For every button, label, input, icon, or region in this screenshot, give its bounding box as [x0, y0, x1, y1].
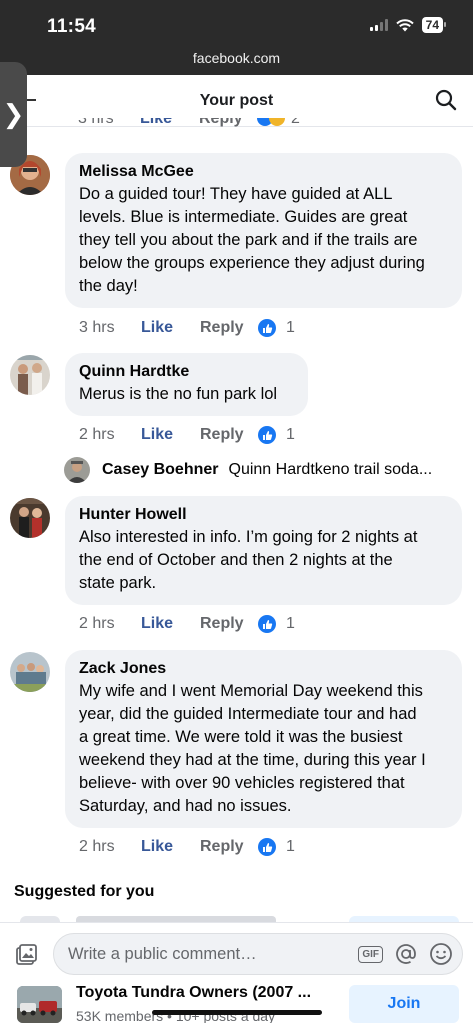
like-reaction-icon: [258, 838, 276, 856]
comment-actions: 2 hrs Like Reply 1: [79, 426, 295, 444]
reaction-count: 1: [286, 426, 295, 443]
comment-actions: 3 hrs Like Reply 1: [79, 319, 295, 337]
comment-line: weekend they had at the time, during thi…: [79, 751, 426, 769]
home-indicator: [152, 1010, 322, 1015]
gif-icon[interactable]: GIF: [358, 945, 383, 963]
like-reaction-icon: [258, 319, 276, 337]
search-icon[interactable]: [435, 89, 457, 111]
reaction-count: 2: [291, 118, 300, 127]
group-name[interactable]: Toyota Tundra Owners (2007 ...: [76, 984, 328, 1002]
suggested-heading: Suggested for you: [14, 883, 155, 900]
comment-line: levels. Blue is intermediate. Guides are…: [79, 208, 408, 226]
avatar[interactable]: [10, 498, 50, 538]
status-icons: 74: [369, 17, 447, 33]
comment-time: 3 hrs: [79, 319, 115, 336]
comment-line: a great time. We were told it was the bu…: [79, 728, 403, 746]
reaction-count: 1: [286, 838, 295, 855]
suggested-group-card[interactable]: Toyota Tundra Owners (2007 ... 53K membe…: [0, 982, 473, 1023]
comment-line: they tell you about the park and if the …: [79, 231, 418, 249]
comment-line: Merus is the no fun park lol: [79, 385, 278, 403]
reply-author-name[interactable]: Casey Boehner: [102, 461, 219, 479]
wifi-icon: [395, 18, 414, 31]
reply-button[interactable]: Reply: [200, 615, 258, 633]
suggested-peek: [0, 912, 473, 922]
page-title: Your post: [199, 92, 274, 109]
comment-bubble[interactable]: Melissa McGee Do a guided tour! They hav…: [65, 153, 462, 308]
reply-button[interactable]: Reply: [200, 426, 258, 444]
avatar[interactable]: [64, 457, 90, 483]
commenter-name[interactable]: Zack Jones: [79, 658, 448, 680]
comment-actions: 2 hrs Like Reply 1: [79, 838, 295, 856]
like-button[interactable]: Like: [141, 426, 200, 444]
photo-icon[interactable]: [14, 943, 38, 967]
comment-time: 2 hrs: [79, 426, 115, 443]
group-thumbnail[interactable]: [17, 986, 62, 1023]
like-button[interactable]: Like: [141, 615, 200, 633]
reply-preview[interactable]: Casey Boehner Quinn Hardtkeno trail soda…: [64, 457, 432, 483]
like-button[interactable]: Like: [140, 118, 199, 128]
comment-line: My wife and I went Memorial Day weekend …: [79, 682, 423, 700]
comment-actions: 2 hrs Like Reply 1: [79, 615, 295, 633]
composer-icons: GIF: [358, 942, 453, 966]
mention-icon[interactable]: [394, 942, 418, 966]
comment-line: the day!: [79, 277, 138, 295]
chevron-right-icon: ❯: [2, 99, 25, 129]
side-panel-toggle[interactable]: ❯: [0, 62, 27, 167]
comment-bubble[interactable]: Zack Jones My wife and I went Memorial D…: [65, 650, 462, 828]
reaction-count: 1: [286, 319, 295, 336]
like-button[interactable]: Like: [141, 838, 200, 856]
like-reaction-icon: [258, 426, 276, 444]
reaction-icons: [257, 118, 291, 128]
comment-line: Do a guided tour! They have guided at AL…: [79, 185, 393, 203]
reply-snippet: Quinn Hardtkeno trail soda...: [228, 461, 433, 478]
avatar[interactable]: [10, 652, 50, 692]
clock: 11:54: [47, 16, 97, 37]
like-button[interactable]: Like: [141, 319, 200, 337]
reaction-count: 1: [286, 615, 295, 632]
comment-bubble[interactable]: Quinn Hardtke Merus is the no fun park l…: [65, 353, 308, 416]
comment-bubble[interactable]: Hunter Howell Also interested in info. I…: [65, 496, 462, 605]
comment-time: 2 hrs: [79, 615, 115, 632]
avatar[interactable]: [10, 355, 50, 395]
emoji-icon[interactable]: [429, 942, 453, 966]
comment-line: state park.: [79, 574, 157, 592]
url-bar[interactable]: facebook.com: [0, 50, 473, 66]
commenter-name[interactable]: Melissa McGee: [79, 161, 448, 183]
comment-time: 2 hrs: [79, 838, 115, 855]
comment-line: the end of October and then 2 nights at …: [79, 551, 393, 569]
comment-line: below the groups experience they adjust …: [79, 254, 425, 272]
comment-line: Saturday, and had no issues.: [79, 797, 292, 815]
comment-composer: GIF: [0, 922, 473, 982]
commenter-name[interactable]: Hunter Howell: [79, 504, 448, 526]
status-bar: 11:54 74 facebook.com: [0, 0, 473, 75]
partial-meta-row: 3 hrs Like Reply 2: [78, 118, 378, 128]
comment-time: 3 hrs: [78, 118, 114, 127]
reply-button[interactable]: Reply: [200, 319, 258, 337]
commenter-name[interactable]: Quinn Hardtke: [79, 361, 294, 383]
reply-button[interactable]: Reply: [199, 118, 257, 128]
reply-button[interactable]: Reply: [200, 838, 258, 856]
cellular-signal-icon: [369, 19, 388, 31]
comment-line: Also interested in info. I’m going for 2…: [79, 528, 418, 546]
comment-line: year, did the guided Intermediate tour a…: [79, 705, 417, 723]
like-reaction-icon: [258, 615, 276, 633]
comment-line: believe- with over 90 vehicles registere…: [79, 774, 405, 792]
join-button[interactable]: Join: [349, 985, 459, 1023]
battery-icon: 74: [421, 17, 447, 33]
